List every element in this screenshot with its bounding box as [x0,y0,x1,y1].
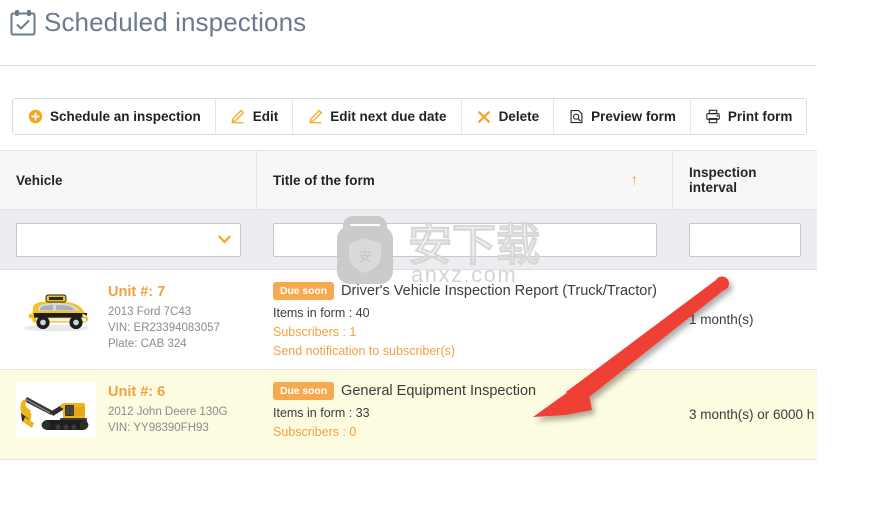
calendar-check-icon [10,9,36,36]
delete-button[interactable]: Delete [461,99,555,134]
page-title: Scheduled inspections [44,7,307,37]
column-label: Vehicle [16,172,63,188]
vehicle-year-make-model: 2012 John Deere 130G [108,406,228,418]
row-form-cell: Due soon Driver's Vehicle Inspection Repo… [257,270,673,369]
scheduled-inspections-page: Scheduled inspections Schedule an inspec… [0,0,880,507]
preview-form-icon [568,109,584,125]
printer-icon [705,109,721,125]
edit-button[interactable]: Edit [215,99,294,134]
schedule-an-inspection-button[interactable]: Schedule an inspection [13,99,216,134]
button-label: Print form [727,109,793,124]
button-label: Edit [252,109,279,124]
form-title: Driver's Vehicle Inspection Report (Truc… [341,283,658,299]
x-mark-icon [476,109,492,125]
column-header-vehicle[interactable]: Vehicle [0,151,257,209]
vehicle-year-make-model: 2013 Ford 7C43 [108,306,192,318]
vehicle-info: Unit #: 7 2013 Ford 7C43 VIN: ER23394083… [108,282,220,369]
table-header-row: Vehicle Title of the form ↑ Inspection i… [0,150,817,210]
form-title-line: Due soon Driver's Vehicle Inspection Repo… [273,282,657,300]
inspection-interval-value: 3 month(s) or 6000 h [689,407,815,422]
column-label: Title of the form [273,172,375,188]
items-in-form: Items in form : 33 [273,406,370,421]
pencil-icon [230,109,246,125]
plus-circle-icon [27,109,43,125]
page-header: Scheduled inspections [0,0,817,66]
print-form-button[interactable]: Print form [690,99,807,134]
inspections-table: Vehicle Title of the form ↑ Inspection i… [0,150,817,460]
sort-ascending-icon[interactable]: ↑ [631,173,639,188]
filter-cell-vehicle [0,222,257,257]
preview-form-button[interactable]: Preview form [554,99,691,134]
vehicle-filter-select[interactable] [16,222,241,257]
table-filter-row [0,210,817,270]
title-row: Scheduled inspections [0,0,817,38]
vehicle-info: Unit #: 6 2012 John Deere 130G VIN: YY98… [108,382,228,459]
column-header-title-of-the-form[interactable]: Title of the form ↑ [257,151,673,209]
vehicle-plate: Plate: CAB 324 [108,338,187,350]
row-interval-cell: 3 month(s) or 6000 h [673,370,817,459]
vehicle-unit-link[interactable]: Unit #: 6 [108,384,228,400]
button-label: Preview form [591,109,676,124]
button-label: Edit next due date [330,109,447,124]
subscribers-link[interactable]: Subscribers : 1 [273,325,657,339]
filter-cell-title [257,222,673,257]
form-title: General Equipment Inspection [341,383,537,399]
button-label: Delete [498,109,540,124]
status-badge: Due soon [273,382,335,400]
vehicle-vin: VIN: YY98390FH93 [108,422,209,434]
edit-next-due-date-button[interactable]: Edit next due date [293,99,462,134]
chevron-down-icon [218,234,231,246]
taxi-car-icon [16,282,96,338]
send-notification-link[interactable]: Send notification to subscriber(s) [273,344,657,358]
form-title-line: Due soon General Equipment Inspection [273,382,657,400]
column-label: Inspection interval [689,165,757,195]
status-badge: Due soon [273,282,335,300]
excavator-icon [16,382,96,438]
action-toolbar: Schedule an inspection Edit Edit next du… [12,98,808,135]
row-vehicle-cell: Unit #: 6 2012 John Deere 130G VIN: YY98… [0,370,257,459]
row-vehicle-cell: Unit #: 7 2013 Ford 7C43 VIN: ER23394083… [0,270,257,369]
table-row[interactable]: Unit #: 7 2013 Ford 7C43 VIN: ER23394083… [0,270,817,370]
items-in-form: Items in form : 40 [273,306,370,321]
row-form-cell: Due soon General Equipment Inspection Ite… [257,370,673,459]
button-label: Schedule an inspection [50,109,201,124]
table-row[interactable]: Unit #: 6 2012 John Deere 130G VIN: YY98… [0,370,817,460]
title-filter-input[interactable] [273,222,657,257]
filter-cell-interval [673,222,817,257]
interval-filter-input[interactable] [689,222,801,257]
row-interval-cell: 1 month(s) [673,270,817,369]
subscribers-link[interactable]: Subscribers : 0 [273,425,657,439]
vehicle-vin: VIN: ER23394083057 [108,322,220,334]
column-header-inspection-interval[interactable]: Inspection interval [673,151,817,209]
pencil-icon [307,109,323,125]
vehicle-unit-link[interactable]: Unit #: 7 [108,284,220,300]
inspection-interval-value: 1 month(s) [689,312,754,327]
